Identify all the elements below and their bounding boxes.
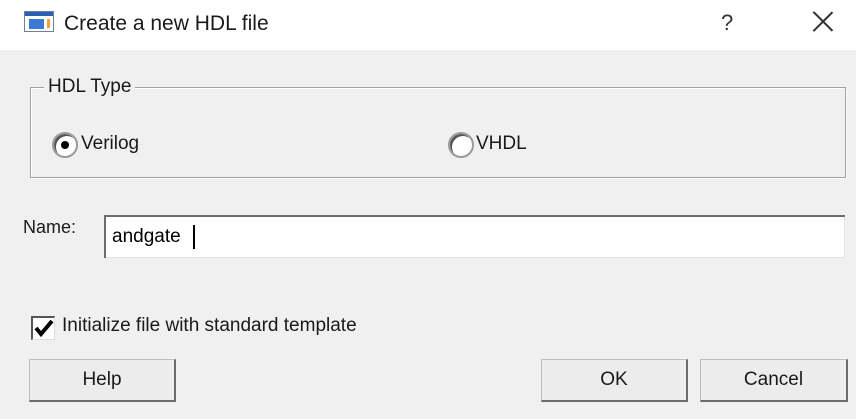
hdl-type-group-label: HDL Type [44, 76, 136, 98]
text-cursor [193, 225, 195, 249]
vhdl-radio[interactable] [448, 132, 474, 158]
radio-selected-dot [61, 141, 69, 149]
context-help-button[interactable]: ? [721, 10, 733, 36]
template-checkbox-label[interactable]: Initialize file with standard template [62, 315, 357, 337]
ok-button[interactable]: OK [541, 359, 688, 402]
name-field-label: Name: [23, 217, 77, 237]
cancel-button[interactable]: Cancel [700, 359, 848, 402]
name-input[interactable] [104, 215, 845, 258]
hdl-type-group [30, 87, 846, 178]
verilog-radio-label[interactable]: Verilog [81, 133, 139, 155]
title-bar: Create a new HDL file ? [0, 0, 856, 50]
app-window-icon [24, 11, 54, 32]
template-checkbox[interactable] [31, 316, 55, 340]
verilog-radio[interactable] [52, 132, 78, 158]
vhdl-radio-label[interactable]: VHDL [476, 133, 527, 155]
window-title: Create a new HDL file [64, 12, 269, 35]
checkmark-icon [34, 319, 54, 338]
help-button[interactable]: Help [29, 359, 176, 402]
close-icon[interactable] [812, 10, 834, 32]
